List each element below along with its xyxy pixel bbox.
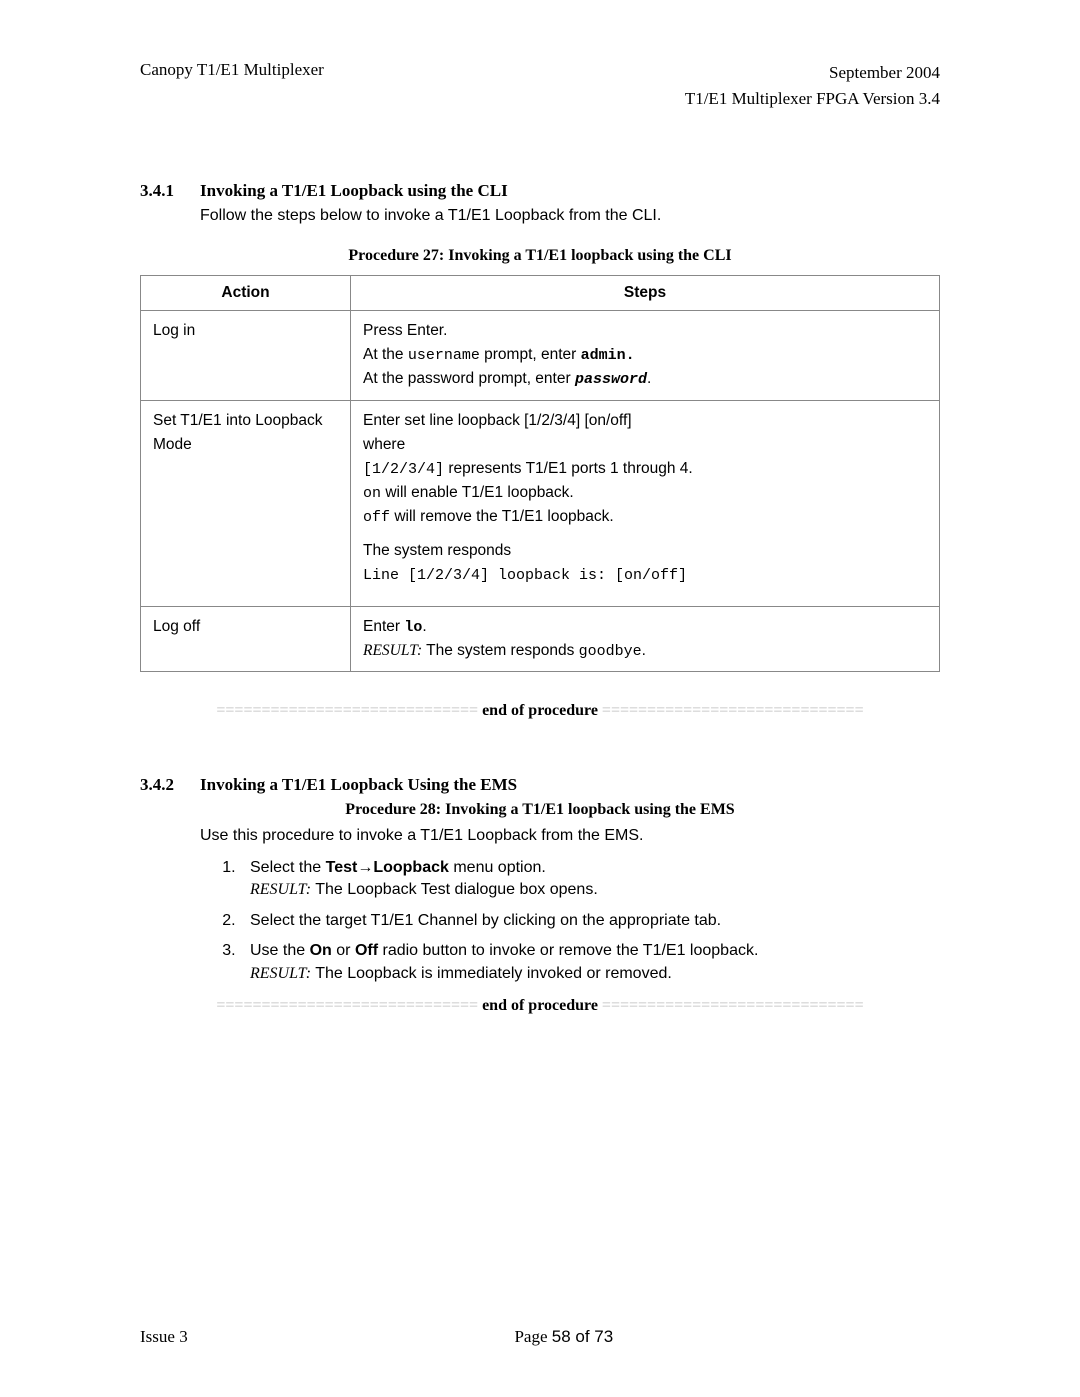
section-heading-1: 3.4.1 Invoking a T1/E1 Loopback using th… — [140, 181, 940, 201]
procedure-title-27: Procedure 27: Invoking a T1/E1 loopback … — [140, 247, 940, 265]
end-of-procedure-1: ============================= end of pro… — [140, 702, 940, 720]
steps-cell: Enter set line loopback [1/2/3/4] [on/of… — [351, 400, 940, 606]
table-row: Log off Enter lo. RESULT: The system res… — [141, 606, 940, 672]
col-header-action: Action — [141, 276, 351, 311]
list-item: Select the target T1/E1 Channel by click… — [240, 910, 940, 932]
steps-cell: Press Enter. At the username prompt, ent… — [351, 311, 940, 401]
footer-center: Page 58 of 73 — [514, 1327, 613, 1347]
section-heading-2: 3.4.2 Invoking a T1/E1 Loopback Using th… — [140, 775, 940, 795]
section-number-2: 3.4.2 — [140, 775, 200, 795]
procedure-title-28: Procedure 28: Invoking a T1/E1 loopback … — [140, 801, 940, 819]
section-number-1: 3.4.1 — [140, 181, 200, 201]
action-cell: Log in — [141, 311, 351, 401]
header-right: September 2004 T1/E1 Multiplexer FPGA Ve… — [685, 60, 940, 111]
header-left: Canopy T1/E1 Multiplexer — [140, 60, 324, 111]
col-header-steps: Steps — [351, 276, 940, 311]
action-cell: Log off — [141, 606, 351, 672]
section-intro-2: Use this procedure to invoke a T1/E1 Loo… — [200, 827, 940, 845]
header-date: September 2004 — [685, 60, 940, 86]
section-title-2: Invoking a T1/E1 Loopback Using the EMS — [200, 775, 517, 795]
table-header-row: Action Steps — [141, 276, 940, 311]
list-item: Use the On or Off radio button to invoke… — [240, 940, 940, 985]
section-intro-1: Follow the steps below to invoke a T1/E1… — [200, 207, 940, 225]
table-row: Log in Press Enter. At the username prom… — [141, 311, 940, 401]
page-footer: Issue 3 Page 58 of 73 — [140, 1327, 940, 1347]
list-item: Select the Test→Loopback menu option. RE… — [240, 857, 940, 902]
ordered-steps: Select the Test→Loopback menu option. RE… — [240, 857, 940, 985]
page-header: Canopy T1/E1 Multiplexer September 2004 … — [140, 60, 940, 111]
section-title-1: Invoking a T1/E1 Loopback using the CLI — [200, 181, 508, 201]
table-row: Set T1/E1 into Loopback Mode Enter set l… — [141, 400, 940, 606]
header-version: T1/E1 Multiplexer FPGA Version 3.4 — [685, 86, 940, 112]
action-cell: Set T1/E1 into Loopback Mode — [141, 400, 351, 606]
steps-cell: Enter lo. RESULT: The system responds go… — [351, 606, 940, 672]
footer-left: Issue 3 — [140, 1327, 188, 1347]
procedure-table: Action Steps Log in Press Enter. At the … — [140, 275, 940, 672]
end-of-procedure-2: ============================= end of pro… — [140, 997, 940, 1015]
